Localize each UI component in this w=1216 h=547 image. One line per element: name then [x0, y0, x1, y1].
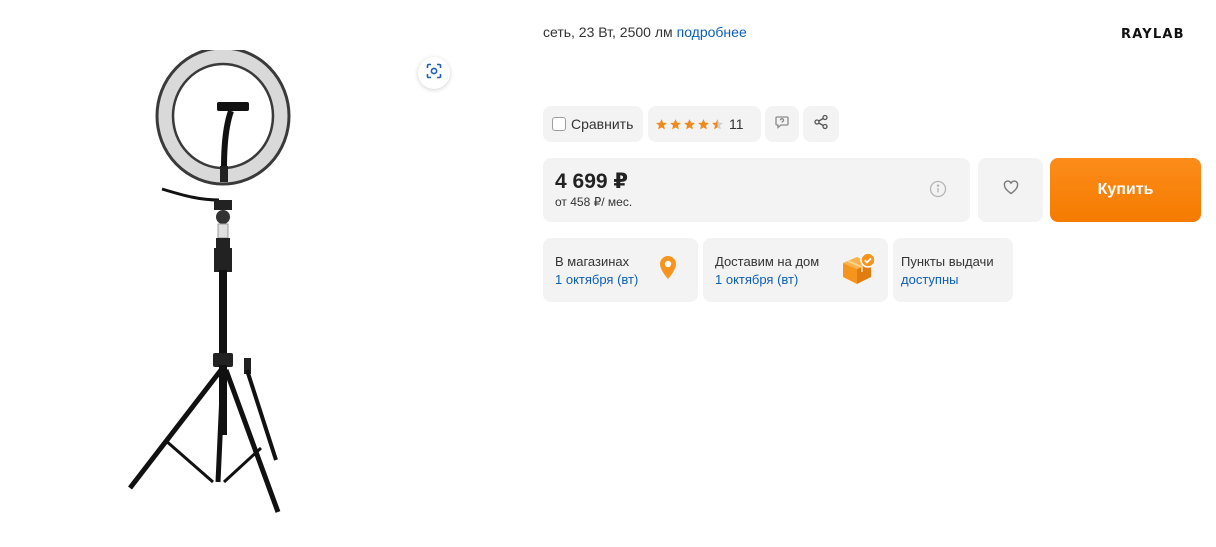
stores-title: В магазинах — [555, 254, 630, 269]
zoom-icon — [426, 63, 442, 84]
rating-stars — [655, 118, 724, 131]
rating-count: 11 — [729, 116, 744, 132]
star-icon — [684, 118, 695, 129]
pickup-title: Пункты выдачи — [901, 254, 994, 269]
info-icon[interactable] — [929, 180, 947, 203]
availability-stores[interactable]: В магазинах 1 октября (вт) — [543, 238, 698, 302]
compare-checkbox[interactable] — [552, 117, 566, 131]
product-image[interactable] — [100, 46, 330, 530]
delivery-date[interactable]: 1 октября (вт) — [715, 272, 798, 287]
share-button[interactable] — [803, 106, 839, 142]
wishlist-button[interactable] — [978, 158, 1043, 222]
price-box: 4 699 ₽ от 458 ₽/ мес. — [543, 158, 970, 222]
pickup-status[interactable]: доступны — [901, 272, 958, 287]
reviews-button[interactable] — [765, 106, 799, 142]
buy-button[interactable]: Купить — [1050, 158, 1201, 222]
installment-text[interactable]: от 458 ₽/ мес. — [555, 195, 632, 209]
price-value: 4 699 ₽ — [555, 170, 628, 193]
half-star-icon — [712, 118, 723, 129]
star-icon — [670, 118, 681, 129]
delivery-box-icon — [839, 251, 877, 292]
star-icon — [656, 118, 667, 129]
spec-summary: сеть, 23 Вт, 2500 лм подробнее — [543, 24, 747, 40]
rating-button[interactable]: 11 — [648, 106, 761, 142]
heart-icon — [1003, 180, 1019, 200]
star-icon — [698, 118, 709, 129]
spec-more-link[interactable]: подробнее — [677, 24, 747, 40]
zoom-button[interactable] — [418, 57, 450, 89]
stores-date[interactable]: 1 октября (вт) — [555, 272, 638, 287]
spec-text: сеть, 23 Вт, 2500 лм — [543, 24, 673, 40]
compare-label: Сравнить — [571, 116, 634, 132]
compare-toggle[interactable]: Сравнить — [543, 106, 643, 142]
map-pin-icon — [658, 255, 678, 286]
delivery-title: Доставим на дом — [715, 254, 820, 269]
reviews-icon — [774, 114, 790, 135]
share-icon — [813, 114, 829, 135]
brand-logo[interactable]: RAYLAB — [1121, 27, 1185, 42]
availability-pickup[interactable]: Пункты выдачи доступны — [893, 238, 1013, 302]
availability-delivery[interactable]: Доставим на дом 1 октября (вт) — [703, 238, 888, 302]
